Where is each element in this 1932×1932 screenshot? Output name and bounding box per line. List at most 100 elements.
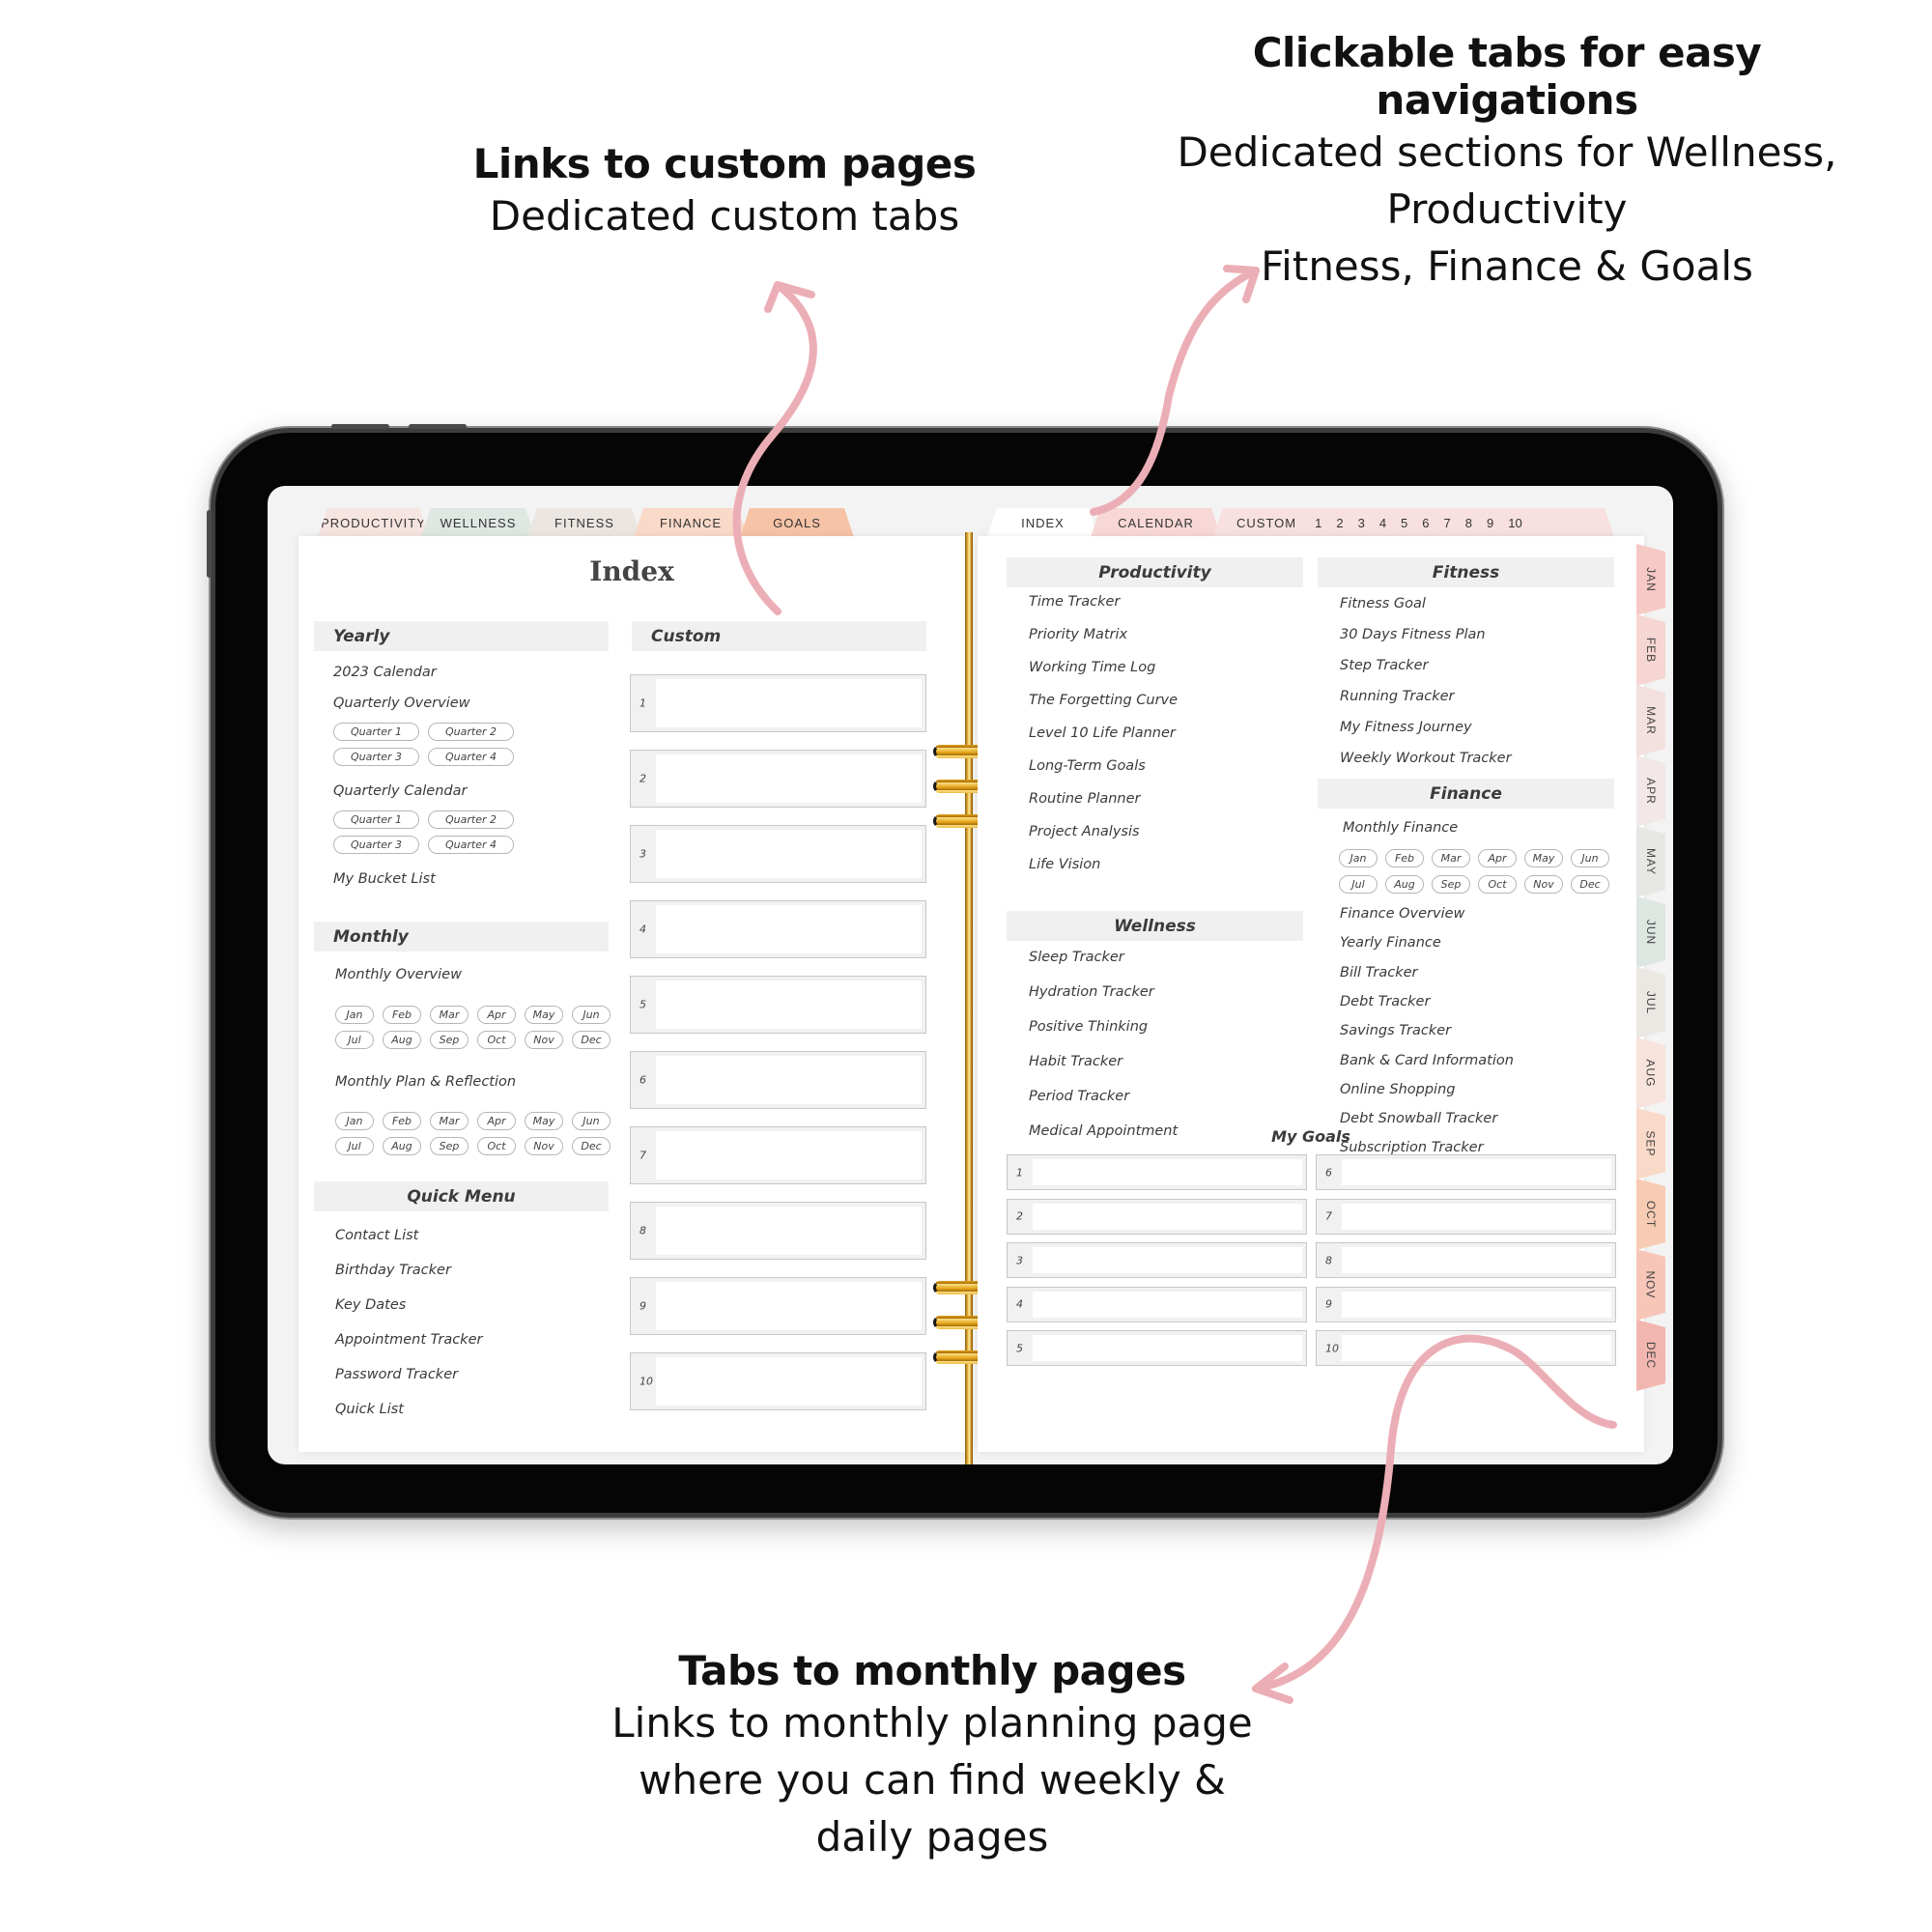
link-monthly-plan[interactable]: Monthly Plan & Reflection	[335, 1074, 516, 1090]
index-link[interactable]: Yearly Finance	[1340, 935, 1441, 951]
index-link[interactable]: Period Tracker	[1029, 1089, 1129, 1104]
pill-link[interactable]: Quarter 2	[428, 723, 514, 741]
pill-link[interactable]: Jan	[1339, 849, 1378, 867]
pill-link[interactable]: Oct	[1478, 875, 1517, 894]
index-link[interactable]: Running Tracker	[1340, 689, 1455, 704]
pill-link[interactable]: May	[525, 1112, 563, 1130]
custom-page-slot[interactable]: 9	[630, 1277, 926, 1335]
custom-slot-input[interactable]	[656, 1056, 922, 1104]
pill-link[interactable]: Feb	[1385, 849, 1424, 867]
custom-slot-input[interactable]	[656, 754, 922, 803]
goal-slot[interactable]: 8	[1316, 1242, 1616, 1278]
pill-link[interactable]: Jun	[572, 1006, 611, 1024]
link-quarterly-calendar[interactable]: Quarterly Calendar	[333, 783, 467, 799]
pill-link[interactable]: Quarter 4	[428, 836, 514, 854]
index-link[interactable]: My Fitness Journey	[1340, 720, 1472, 735]
pill-link[interactable]: Feb	[383, 1112, 421, 1130]
month-tab-nov[interactable]: NOV	[1636, 1249, 1665, 1321]
pill-link[interactable]: Jul	[335, 1137, 374, 1155]
pill-link[interactable]: Sep	[430, 1137, 469, 1155]
link-quarterly-overview[interactable]: Quarterly Overview	[333, 696, 470, 711]
index-link[interactable]: Online Shopping	[1340, 1082, 1455, 1097]
custom-page-slot[interactable]: 7	[630, 1126, 926, 1184]
custom-page-slot[interactable]: 6	[630, 1051, 926, 1109]
pill-link[interactable]: Sep	[1432, 875, 1470, 894]
pill-link[interactable]: Apr	[1478, 849, 1517, 867]
pill-link[interactable]: Oct	[477, 1137, 516, 1155]
month-tab-aug[interactable]: AUG	[1636, 1037, 1665, 1109]
custom-page-slot[interactable]: 4	[630, 900, 926, 958]
goal-input[interactable]	[1342, 1159, 1611, 1185]
pill-link[interactable]: Dec	[572, 1137, 611, 1155]
pill-link[interactable]: Jul	[335, 1031, 374, 1049]
pill-link[interactable]: Jun	[1571, 849, 1609, 867]
index-link[interactable]: Positive Thinking	[1029, 1019, 1148, 1035]
pill-link[interactable]: May	[525, 1006, 563, 1024]
goal-input[interactable]	[1033, 1159, 1302, 1185]
tab-productivity[interactable]: PRODUCTIVITY	[318, 508, 429, 537]
index-link[interactable]: Habit Tracker	[1029, 1054, 1122, 1069]
tab-label[interactable]: CUSTOM	[1236, 516, 1296, 530]
pill-link[interactable]: Dec	[1571, 875, 1609, 894]
custom-tab-link-7[interactable]: 7	[1444, 516, 1451, 530]
pill-link[interactable]: Quarter 1	[333, 723, 419, 741]
pill-link[interactable]: Nov	[1524, 875, 1563, 894]
pill-link[interactable]: Apr	[477, 1006, 516, 1024]
goal-slot[interactable]: 3	[1007, 1242, 1307, 1278]
pill-link[interactable]: Quarter 2	[428, 810, 514, 829]
index-link[interactable]: Priority Matrix	[1029, 627, 1127, 642]
custom-page-slot[interactable]: 1	[630, 674, 926, 732]
tab-goals[interactable]: GOALS	[740, 508, 854, 537]
custom-page-slot[interactable]: 5	[630, 976, 926, 1034]
pill-link[interactable]: Jul	[1339, 875, 1378, 894]
custom-slot-input[interactable]	[656, 830, 922, 878]
index-link[interactable]: The Forgetting Curve	[1029, 693, 1178, 708]
month-tab-mar[interactable]: MAR	[1636, 685, 1665, 756]
index-link[interactable]: Long-Term Goals	[1029, 758, 1146, 774]
index-link[interactable]: Routine Planner	[1029, 791, 1141, 807]
custom-tab-link-5[interactable]: 5	[1401, 516, 1407, 530]
index-link[interactable]: Project Analysis	[1029, 824, 1140, 839]
custom-tab-link-8[interactable]: 8	[1465, 516, 1472, 530]
link-bucket-list[interactable]: My Bucket List	[333, 871, 436, 887]
month-tab-apr[interactable]: APR	[1636, 755, 1665, 827]
index-link[interactable]: Level 10 Life Planner	[1029, 725, 1176, 741]
index-link[interactable]: Time Tracker	[1029, 594, 1120, 610]
link-monthly-finance[interactable]: Monthly Finance	[1343, 820, 1458, 836]
custom-slot-input[interactable]	[656, 1207, 922, 1255]
index-link[interactable]: Password Tracker	[335, 1367, 458, 1382]
index-link[interactable]: Finance Overview	[1340, 906, 1464, 922]
pill-link[interactable]: Aug	[383, 1031, 421, 1049]
link-monthly-overview[interactable]: Monthly Overview	[335, 967, 462, 982]
custom-slot-input[interactable]	[656, 980, 922, 1029]
index-link[interactable]: Appointment Tracker	[335, 1332, 482, 1348]
goal-slot[interactable]: 4	[1007, 1286, 1307, 1322]
goal-input[interactable]	[1033, 1291, 1302, 1318]
pill-link[interactable]: Mar	[1432, 849, 1470, 867]
goal-input[interactable]	[1342, 1335, 1611, 1361]
custom-page-slot[interactable]: 10	[630, 1352, 926, 1410]
pill-link[interactable]: Oct	[477, 1031, 516, 1049]
index-link[interactable]: Step Tracker	[1340, 658, 1428, 673]
custom-tab-link-1[interactable]: 1	[1315, 516, 1321, 530]
tab-index[interactable]: INDEX	[987, 508, 1098, 537]
custom-slot-input[interactable]	[656, 1282, 922, 1330]
month-tab-jan[interactable]: JAN	[1636, 544, 1665, 615]
goal-input[interactable]	[1033, 1335, 1302, 1361]
custom-tab-link-4[interactable]: 4	[1379, 516, 1386, 530]
pill-link[interactable]: Quarter 3	[333, 748, 419, 766]
index-link[interactable]: Key Dates	[335, 1297, 406, 1313]
index-link[interactable]: Life Vision	[1029, 857, 1100, 872]
pill-link[interactable]: Apr	[477, 1112, 516, 1130]
pill-link[interactable]: Jan	[335, 1006, 374, 1024]
goal-input[interactable]	[1033, 1203, 1302, 1230]
goal-slot[interactable]: 7	[1316, 1198, 1616, 1235]
month-tab-jul[interactable]: JUL	[1636, 967, 1665, 1038]
goal-input[interactable]	[1342, 1247, 1611, 1273]
custom-tab-link-2[interactable]: 2	[1336, 516, 1343, 530]
index-link[interactable]: Sleep Tracker	[1029, 950, 1124, 965]
month-tab-dec[interactable]: DEC	[1636, 1320, 1665, 1391]
goal-slot[interactable]: 9	[1316, 1286, 1616, 1322]
custom-slot-input[interactable]	[656, 1357, 922, 1406]
index-link[interactable]: Hydration Tracker	[1029, 984, 1154, 1000]
